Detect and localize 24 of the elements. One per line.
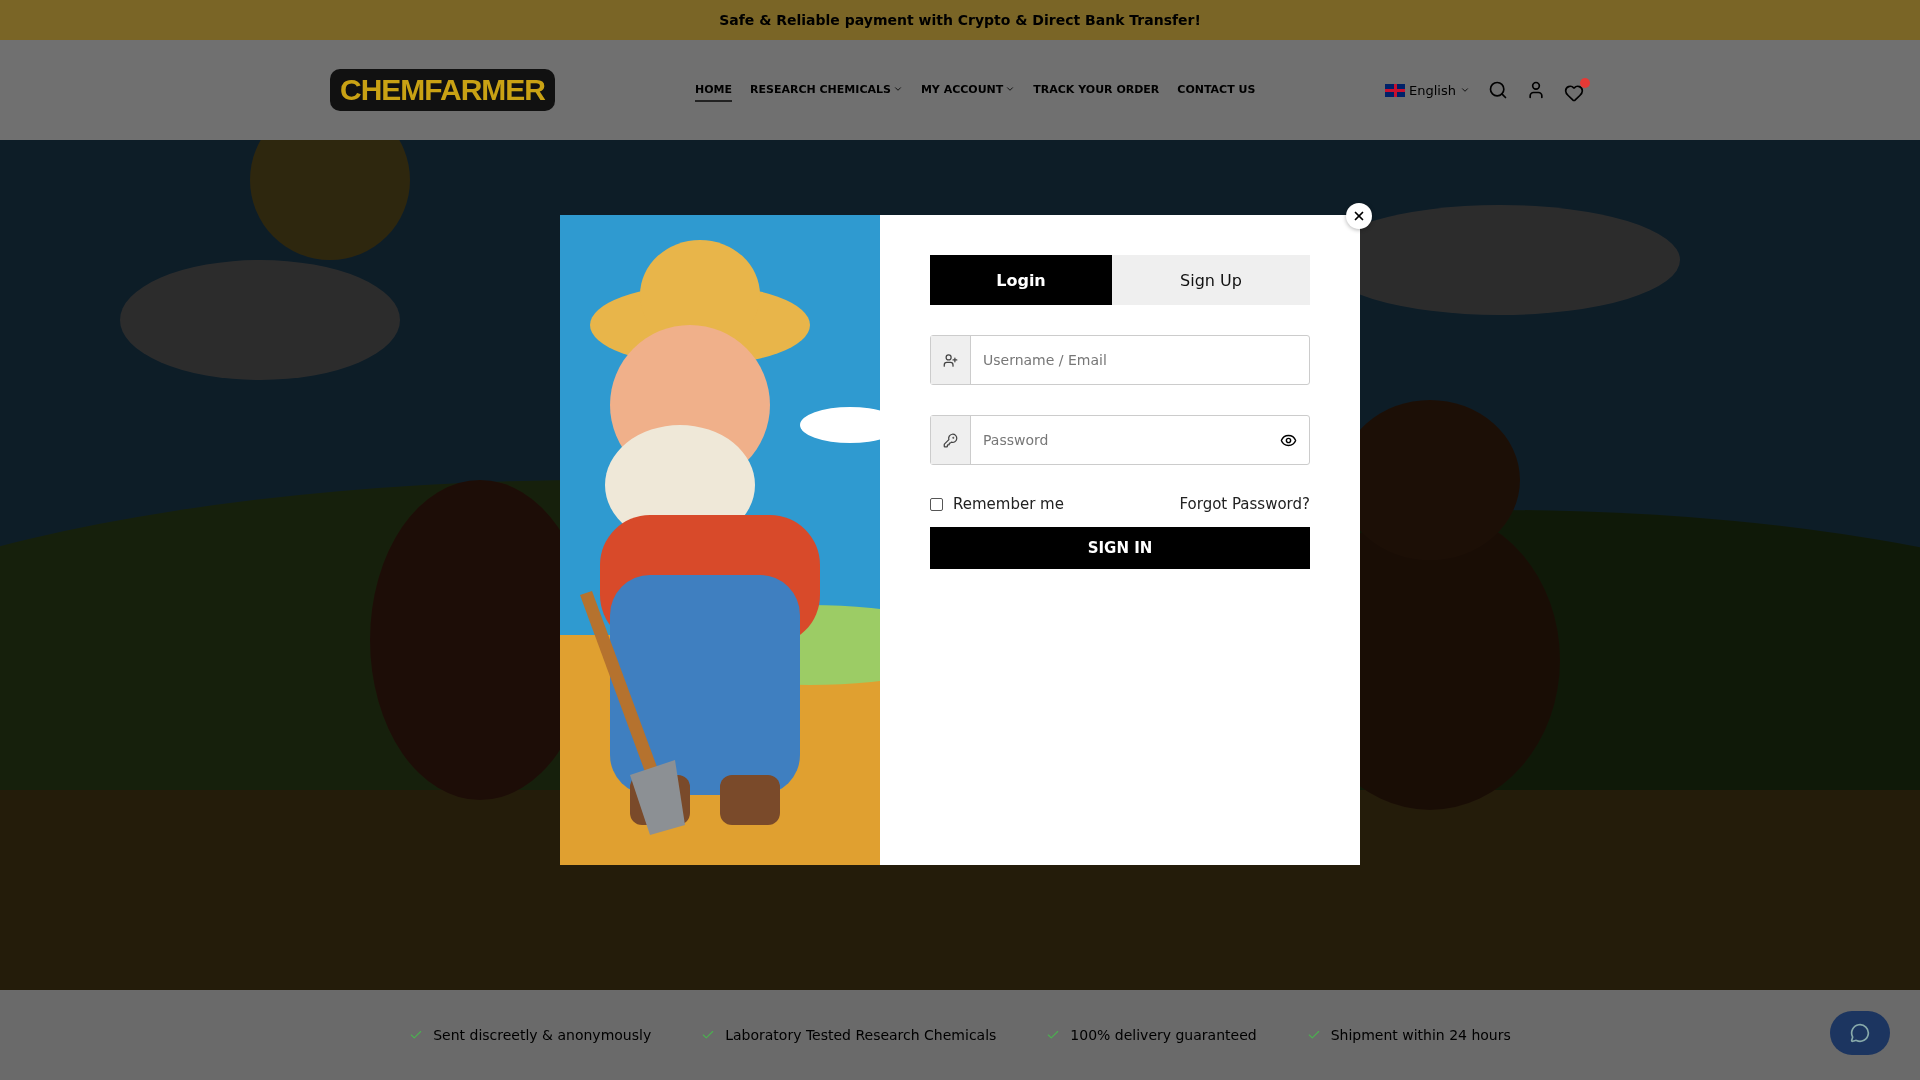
search-icon[interactable] [1488, 80, 1508, 100]
feature-text: 100% delivery guaranteed [1070, 1027, 1257, 1043]
feature-text: Shipment within 24 hours [1330, 1027, 1511, 1043]
nav-link[interactable]: RESEARCH CHEMICALS [750, 78, 903, 102]
nav-link[interactable]: TRACK YOUR ORDER [1033, 78, 1160, 102]
feature-text: Sent discreetly & anonymously [433, 1027, 652, 1043]
chat-icon [1850, 1023, 1870, 1043]
check-icon [409, 1028, 424, 1042]
promo-text: Safe & Reliable payment with Crypto & Direct Bank Transfer! [719, 12, 1201, 28]
nav-link[interactable]: MY ACCOUNT [920, 78, 1016, 102]
language-selector[interactable]: English [1385, 82, 1470, 98]
heart-icon[interactable] [1564, 77, 1590, 103]
feature-text: Laboratory Tested Research Chemicals [725, 1027, 997, 1043]
check-icon [1306, 1028, 1321, 1042]
logo[interactable]: CHEMFARMER [330, 69, 555, 111]
flag-icon [1385, 83, 1406, 97]
caret-icon [1005, 84, 1016, 94]
caret-icon [1460, 85, 1470, 95]
user-icon[interactable] [1526, 80, 1546, 100]
check-icon [701, 1028, 716, 1042]
nav-link[interactable]: CONTACT US [1177, 78, 1256, 102]
nav-link[interactable]: HOME [695, 78, 733, 102]
caret-icon [892, 84, 903, 94]
check-icon [1046, 1028, 1061, 1042]
